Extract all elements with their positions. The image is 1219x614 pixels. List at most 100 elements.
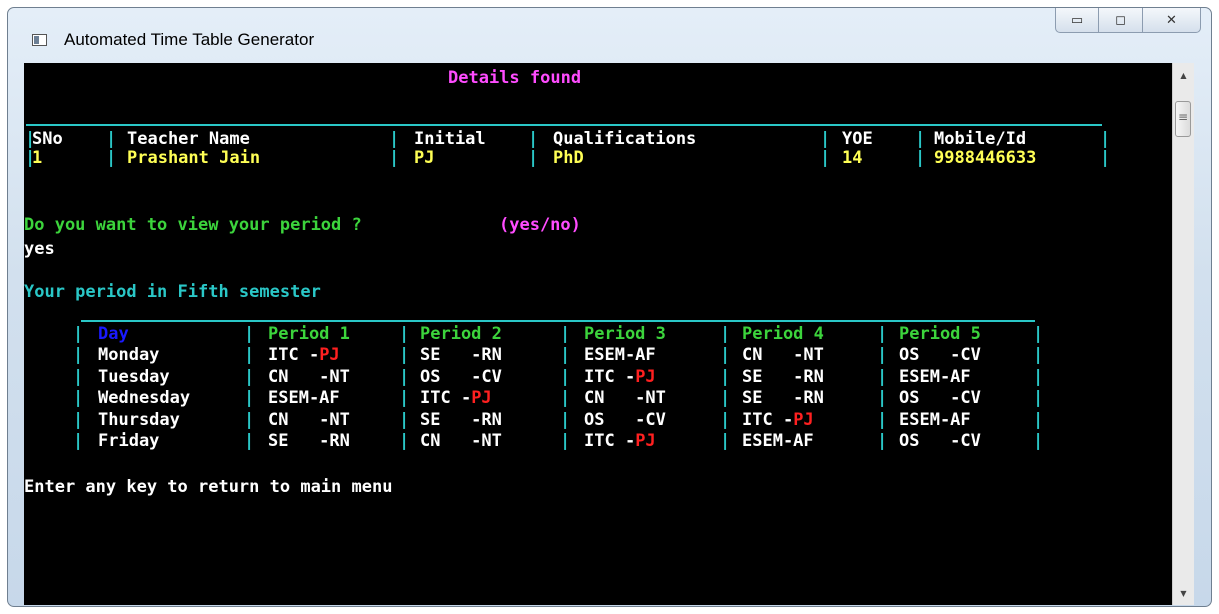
- maximize-button[interactable]: ◻: [1099, 8, 1143, 33]
- table-separator: |: [915, 148, 926, 168]
- table-separator: |: [560, 324, 571, 344]
- highlighted-initial: PJ: [635, 366, 656, 387]
- table-separator: |: [399, 431, 410, 451]
- subject-teacher-text: OS -CV: [420, 366, 502, 387]
- minimize-button[interactable]: ▭: [1055, 8, 1099, 33]
- table-separator: |: [877, 431, 888, 451]
- table-separator: |: [877, 366, 888, 387]
- table-separator: |: [106, 129, 117, 149]
- table-separator: |: [560, 388, 571, 408]
- vertical-scrollbar[interactable]: ▲ ▼: [1172, 63, 1194, 605]
- period-header: Period 4: [742, 324, 824, 344]
- teacher-cell: 9988446633: [934, 148, 1037, 168]
- table-separator: |: [1033, 345, 1044, 365]
- teacher-header-cell: SNo: [32, 129, 63, 149]
- teacher-header-cell: Teacher Name: [127, 129, 250, 149]
- period-header: Period 1: [268, 324, 350, 344]
- table-separator: |: [244, 345, 255, 365]
- subject-teacher-text: SE -RN: [420, 409, 502, 430]
- period-header: Period 2: [420, 324, 502, 344]
- period-cell: ITC -PJ: [742, 410, 814, 430]
- period-cell: ESEM-AF: [899, 410, 971, 430]
- period-cell: ESEM-AF: [742, 431, 814, 451]
- table-separator: |: [915, 129, 926, 149]
- console-output[interactable]: Details found | | | | | | | SNo Teacher Name Init…: [24, 63, 1172, 605]
- table-separator: |: [720, 324, 731, 344]
- table-separator: |: [244, 324, 255, 344]
- highlighted-initial: PJ: [635, 431, 656, 451]
- period-cell: ESEM-AF: [584, 345, 656, 365]
- console-app-icon[interactable]: [32, 34, 47, 46]
- table-separator: |: [244, 409, 255, 430]
- table-separator: |: [399, 409, 410, 430]
- title-bar[interactable]: Automated Time Table Generator ▭ ◻ ✕: [8, 8, 1211, 64]
- day-cell: Tuesday: [98, 366, 170, 387]
- table-separator: |: [720, 366, 731, 387]
- subject-teacher-text: ITC -: [742, 409, 794, 430]
- table-separator: |: [1033, 409, 1044, 430]
- subject-teacher-text: ITC -: [584, 431, 636, 451]
- period-cell: ITC -PJ: [584, 367, 656, 387]
- table-separator: |: [528, 148, 539, 168]
- period-cell: CN -NT: [742, 345, 824, 365]
- subject-teacher-text: OS -CV: [584, 409, 666, 430]
- table-separator: |: [399, 388, 410, 408]
- scroll-thumb[interactable]: [1175, 101, 1191, 137]
- scroll-up-arrow-icon[interactable]: ▲: [1173, 65, 1194, 85]
- subject-teacher-text: ESEM-AF: [742, 431, 814, 451]
- period-cell: SE -RN: [420, 410, 502, 430]
- table-separator: |: [399, 366, 410, 387]
- subject-teacher-text: ESEM-AF: [584, 345, 656, 365]
- table-separator: |: [1033, 324, 1044, 344]
- period-cell: SE -RN: [742, 388, 824, 408]
- teacher-cell: PJ: [414, 148, 435, 168]
- day-cell: Monday: [98, 345, 160, 365]
- table-separator: |: [720, 345, 731, 365]
- teacher-header-cell: Mobile/Id: [934, 129, 1027, 149]
- table-separator: |: [244, 388, 255, 408]
- subject-teacher-text: ITC -: [420, 388, 472, 408]
- day-cell: Wednesday: [98, 388, 191, 408]
- table-separator: |: [73, 366, 84, 387]
- table-separator: |: [720, 431, 731, 451]
- table-separator: |: [399, 324, 410, 344]
- period-cell: OS -CV: [584, 410, 666, 430]
- highlighted-initial: PJ: [319, 345, 340, 365]
- yes-no-choice: (yes/no): [499, 215, 581, 235]
- subject-teacher-text: CN -NT: [268, 409, 350, 430]
- table-separator: |: [244, 366, 255, 387]
- teacher-cell: 14: [842, 148, 863, 168]
- day-cell: Friday: [98, 431, 160, 451]
- teacher-header-cell: Initial: [414, 129, 486, 149]
- teacher-cell: 1: [32, 148, 43, 168]
- period-cell: ITC -PJ: [584, 431, 656, 451]
- table-separator: |: [720, 409, 731, 430]
- subject-teacher-text: ESEM-AF: [268, 388, 340, 408]
- table-separator: |: [73, 345, 84, 365]
- subject-teacher-text: ITC -: [268, 345, 320, 365]
- teacher-header-cell: Qualifications: [553, 129, 697, 149]
- period-cell: CN -NT: [420, 431, 502, 451]
- table-separator: |: [560, 366, 571, 387]
- return-menu-prompt: Enter any key to return to main menu: [24, 477, 393, 497]
- highlighted-initial: PJ: [793, 409, 814, 430]
- table-separator: |: [399, 345, 410, 365]
- teacher-header-cell: YOE: [842, 129, 873, 149]
- table-separator: |: [877, 324, 888, 344]
- subject-teacher-text: CN -NT: [742, 345, 824, 365]
- highlighted-initial: PJ: [471, 388, 492, 408]
- subject-teacher-text: ITC -: [584, 366, 636, 387]
- table-separator: |: [560, 431, 571, 451]
- scroll-down-arrow-icon[interactable]: ▼: [1173, 583, 1194, 603]
- table-separator: |: [1033, 366, 1044, 387]
- table-separator: |: [106, 148, 117, 168]
- period-cell: ITC -PJ: [420, 388, 492, 408]
- teacher-cell: PhD: [553, 148, 584, 168]
- close-button[interactable]: ✕: [1143, 8, 1201, 33]
- period-cell: ITC -PJ: [268, 345, 340, 365]
- table-separator: |: [528, 129, 539, 149]
- period-cell: OS -CV: [899, 388, 981, 408]
- semester-line: Your period in Fifth semester: [24, 282, 321, 302]
- day-cell: Thursday: [98, 409, 180, 430]
- table-separator: |: [389, 148, 400, 168]
